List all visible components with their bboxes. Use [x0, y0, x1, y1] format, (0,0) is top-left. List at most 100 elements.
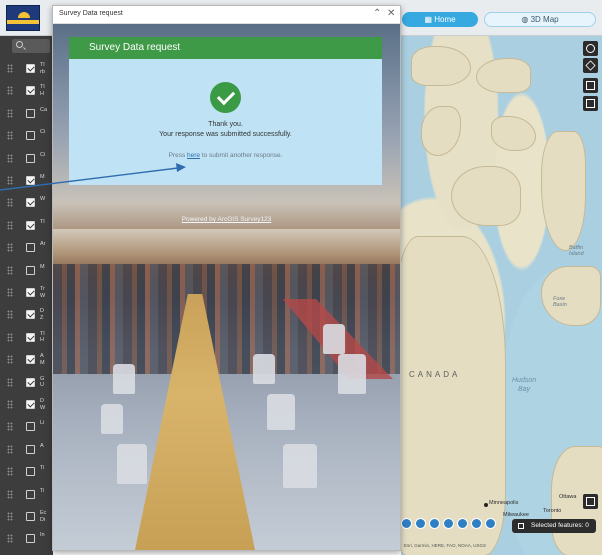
tab-3d-map[interactable]: ◍ 3D Map: [484, 12, 596, 27]
drag-handle-icon[interactable]: [7, 108, 13, 118]
drag-handle-icon[interactable]: [7, 243, 13, 253]
info-icon[interactable]: [485, 518, 496, 529]
layer-row[interactable]: Tr W: [0, 282, 53, 304]
layer-visibility-checkbox[interactable]: [26, 220, 35, 230]
drag-handle-icon[interactable]: [7, 512, 13, 521]
powered-by-link[interactable]: Powered by ArcGIS Survey123: [53, 216, 400, 223]
layer-row[interactable]: In: [0, 528, 53, 550]
layer-row[interactable]: Ci: [0, 148, 53, 170]
layer-visibility-checkbox[interactable]: [26, 64, 35, 73]
measure-icon[interactable]: [443, 518, 454, 529]
drag-handle-icon[interactable]: [7, 86, 13, 96]
drag-handle-icon[interactable]: [7, 265, 13, 275]
layer-row[interactable]: Li: [0, 416, 53, 438]
layer-row[interactable]: Tl H: [0, 80, 53, 102]
photo-chair: [101, 404, 123, 434]
layer-label: Tl rb: [40, 62, 45, 75]
dialog-titlebar[interactable]: Survey Data request ⌃ ✕: [53, 6, 400, 24]
layer-visibility-checkbox[interactable]: [26, 377, 35, 387]
layers-button[interactable]: [583, 58, 598, 73]
layer-row[interactable]: Tl: [0, 215, 53, 237]
draw-icon[interactable]: [457, 518, 468, 529]
map-view[interactable]: [401, 36, 602, 555]
layer-visibility-checkbox[interactable]: [26, 198, 35, 208]
selected-features-indicator[interactable]: Selected features: 0: [512, 519, 596, 533]
zoom-icon[interactable]: [401, 518, 412, 529]
layer-visibility-checkbox[interactable]: [26, 355, 35, 365]
layer-row[interactable]: D Z: [0, 304, 53, 326]
locate-icon[interactable]: [429, 518, 440, 529]
drag-handle-icon[interactable]: [7, 176, 13, 185]
layer-row[interactable]: Ar: [0, 237, 53, 259]
layer-label: D Z: [40, 308, 44, 321]
submit-another-link[interactable]: here: [187, 152, 200, 159]
drag-handle-icon[interactable]: [7, 355, 13, 365]
layer-visibility-checkbox[interactable]: [26, 422, 35, 432]
layer-visibility-checkbox[interactable]: [26, 131, 35, 141]
layer-row[interactable]: M: [0, 170, 53, 192]
drag-handle-icon[interactable]: [7, 153, 13, 163]
drag-handle-icon[interactable]: [7, 377, 13, 387]
layer-row[interactable]: Tl rb: [0, 58, 53, 80]
layer-row[interactable]: Tr: [0, 551, 53, 555]
drag-handle-icon[interactable]: [7, 422, 13, 432]
drag-handle-icon[interactable]: [7, 64, 13, 73]
close-icon[interactable]: ✕: [387, 8, 395, 20]
drag-handle-icon[interactable]: [7, 332, 13, 342]
layer-row[interactable]: Ci: [0, 125, 53, 147]
layer-visibility-checkbox[interactable]: [26, 444, 35, 454]
layer-row[interactable]: Ec Di: [0, 506, 53, 528]
grid-button[interactable]: [583, 78, 598, 93]
layer-search-input[interactable]: [12, 39, 50, 53]
layer-visibility-checkbox[interactable]: [26, 176, 35, 185]
layer-visibility-checkbox[interactable]: [26, 467, 35, 477]
basemap-button[interactable]: [583, 96, 598, 111]
layer-label: Ec Di: [40, 510, 47, 523]
drag-handle-icon[interactable]: [7, 400, 13, 409]
layer-visibility-checkbox[interactable]: [26, 310, 35, 320]
layer-row[interactable]: Ca: [0, 103, 53, 125]
layer-row[interactable]: Ti: [0, 484, 53, 506]
photo-chair: [253, 354, 275, 384]
layer-row[interactable]: A: [0, 439, 53, 461]
layer-visibility-checkbox[interactable]: [26, 288, 35, 297]
drag-handle-icon[interactable]: [7, 310, 13, 320]
overview-button[interactable]: [583, 494, 598, 509]
layer-row[interactable]: G U: [0, 372, 53, 394]
photo-wall: [53, 229, 400, 269]
layer-row[interactable]: M: [0, 260, 53, 282]
layer-visibility-checkbox[interactable]: [26, 108, 35, 118]
drag-handle-icon[interactable]: [7, 220, 13, 230]
drag-handle-icon[interactable]: [7, 288, 13, 297]
home-icon[interactable]: [415, 518, 426, 529]
layer-row[interactable]: W: [0, 192, 53, 214]
map-search-button[interactable]: [583, 41, 598, 56]
layer-visibility-checkbox[interactable]: [26, 243, 35, 253]
print-icon[interactable]: [471, 518, 482, 529]
layer-visibility-checkbox[interactable]: [26, 332, 35, 342]
drag-handle-icon[interactable]: [7, 131, 13, 141]
layer-visibility-checkbox[interactable]: [26, 400, 35, 409]
layer-visibility-checkbox[interactable]: [26, 265, 35, 275]
layer-row[interactable]: Ti: [0, 461, 53, 483]
thank-you-text: Thank you.: [208, 121, 243, 128]
search-icon: [16, 41, 23, 48]
drag-handle-icon[interactable]: [7, 444, 13, 454]
layer-row[interactable]: D W: [0, 394, 53, 416]
layer-visibility-checkbox[interactable]: [26, 534, 35, 544]
layer-visibility-checkbox[interactable]: [26, 512, 35, 521]
layer-visibility-checkbox[interactable]: [26, 489, 35, 499]
layer-visibility-checkbox[interactable]: [26, 86, 35, 96]
drag-handle-icon[interactable]: [7, 534, 13, 544]
chevron-up-icon[interactable]: ⌃: [373, 8, 381, 20]
tab-home[interactable]: ▦ Home: [402, 12, 478, 27]
map-label-minneapolis: Minneapolis: [489, 500, 519, 506]
drag-handle-icon[interactable]: [7, 198, 13, 208]
layer-row[interactable]: Tl H: [0, 327, 53, 349]
drag-handle-icon[interactable]: [7, 489, 13, 499]
layer-visibility-checkbox[interactable]: [26, 153, 35, 163]
layer-label: Ci: [40, 151, 46, 158]
layer-label: M: [40, 174, 45, 180]
drag-handle-icon[interactable]: [7, 467, 13, 477]
layer-row[interactable]: A M: [0, 349, 53, 371]
